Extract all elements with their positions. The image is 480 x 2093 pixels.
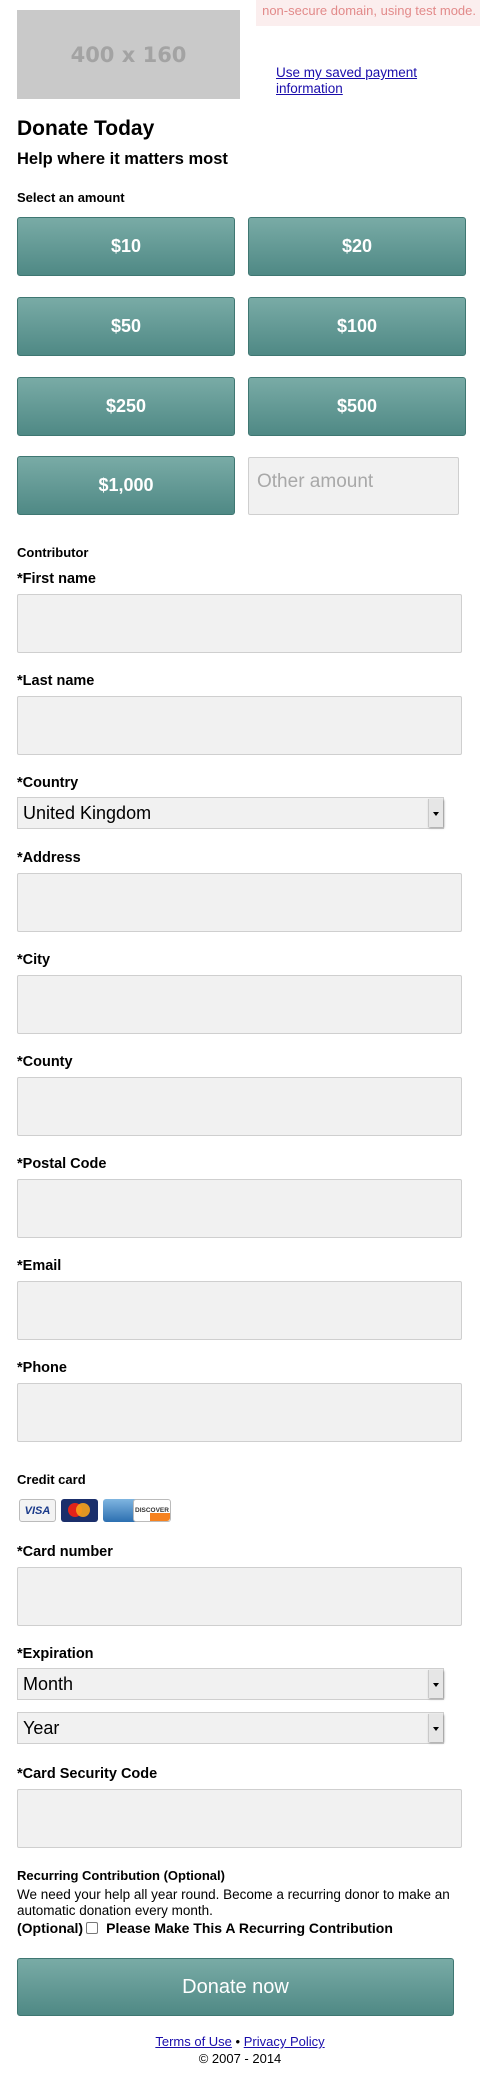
test-mode-warning: non-secure domain, using test mode. [256, 0, 480, 26]
credit-card-section-label: Credit card [17, 1472, 86, 1487]
footer-separator: • [235, 2034, 241, 2049]
first-name-label: *First name [17, 571, 96, 587]
recurring-checkbox[interactable] [86, 1922, 99, 1934]
mastercard-icon [61, 1499, 98, 1522]
expiration-year-select[interactable]: Year [17, 1712, 444, 1744]
amount-button-10[interactable]: $10 [17, 217, 235, 276]
mastercard-orange-circle [76, 1503, 90, 1517]
recurring-checkbox-label[interactable]: Please Make This A Recurring Contributio… [106, 1920, 393, 1936]
contributor-section-label: Contributor [17, 545, 89, 560]
city-label: *City [17, 952, 51, 968]
amount-button-50[interactable]: $50 [17, 297, 235, 356]
recurring-description: We need your help all year round. Become… [17, 1887, 450, 1918]
security-code-label: *Card Security Code [17, 1766, 158, 1782]
security-code-input[interactable] [17, 1789, 462, 1848]
county-label: *County [17, 1054, 73, 1070]
donate-now-button[interactable]: Donate now [17, 1958, 454, 2016]
card-number-label: *Card number [17, 1544, 113, 1560]
discover-card-icon: DISCOVER [133, 1499, 171, 1522]
last-name-input[interactable] [17, 696, 462, 755]
phone-input[interactable] [17, 1383, 462, 1442]
terms-of-use-link[interactable]: Terms of Use [155, 2034, 232, 2049]
amount-button-1000[interactable]: $1,000 [17, 456, 235, 515]
address-input[interactable] [17, 873, 462, 932]
amount-button-100[interactable]: $100 [248, 297, 466, 356]
amount-button-20[interactable]: $20 [248, 217, 466, 276]
country-label: *Country [17, 775, 79, 791]
logo-placeholder: 400 x 160 [17, 10, 240, 99]
recurring-section-label: Recurring Contribution (Optional) [17, 1868, 225, 1883]
page-subtitle: Help where it matters most [17, 150, 228, 168]
other-amount-input[interactable]: Other amount [248, 457, 459, 515]
chevron-down-icon [428, 1714, 443, 1742]
phone-label: *Phone [17, 1360, 67, 1376]
country-select-value: United Kingdom [23, 803, 152, 823]
first-name-input[interactable] [17, 594, 462, 653]
county-input[interactable] [17, 1077, 462, 1136]
visa-card-icon: VISA [19, 1499, 56, 1522]
expiration-label: *Expiration [17, 1646, 94, 1662]
footer-links: Terms of Use • Privacy Policy [0, 2034, 480, 2049]
chevron-down-icon [428, 1670, 443, 1698]
country-select[interactable]: United Kingdom [17, 797, 444, 829]
email-label: *Email [17, 1258, 62, 1274]
expiration-month-select[interactable]: Month [17, 1668, 444, 1700]
month-select-value: Month [23, 1674, 74, 1694]
city-input[interactable] [17, 975, 462, 1034]
privacy-policy-link[interactable]: Privacy Policy [244, 2034, 325, 2049]
amount-button-500[interactable]: $500 [248, 377, 466, 436]
card-number-input[interactable] [17, 1567, 462, 1626]
saved-payment-link[interactable]: Use my saved payment information [276, 65, 446, 97]
chevron-down-icon [428, 799, 443, 827]
last-name-label: *Last name [17, 673, 95, 689]
year-select-value: Year [23, 1718, 60, 1738]
address-label: *Address [17, 850, 81, 866]
postal-code-input[interactable] [17, 1179, 462, 1238]
recurring-option: (Optional) Please Make This A Recurring … [17, 1920, 393, 1936]
email-input[interactable] [17, 1281, 462, 1340]
page-title: Donate Today [17, 117, 155, 140]
postal-code-label: *Postal Code [17, 1156, 107, 1172]
amount-button-250[interactable]: $250 [17, 377, 235, 436]
copyright: © 2007 - 2014 [198, 2051, 282, 2066]
amount-section-label: Select an amount [17, 190, 125, 205]
recurring-optional-prefix: (Optional) [17, 1920, 84, 1936]
